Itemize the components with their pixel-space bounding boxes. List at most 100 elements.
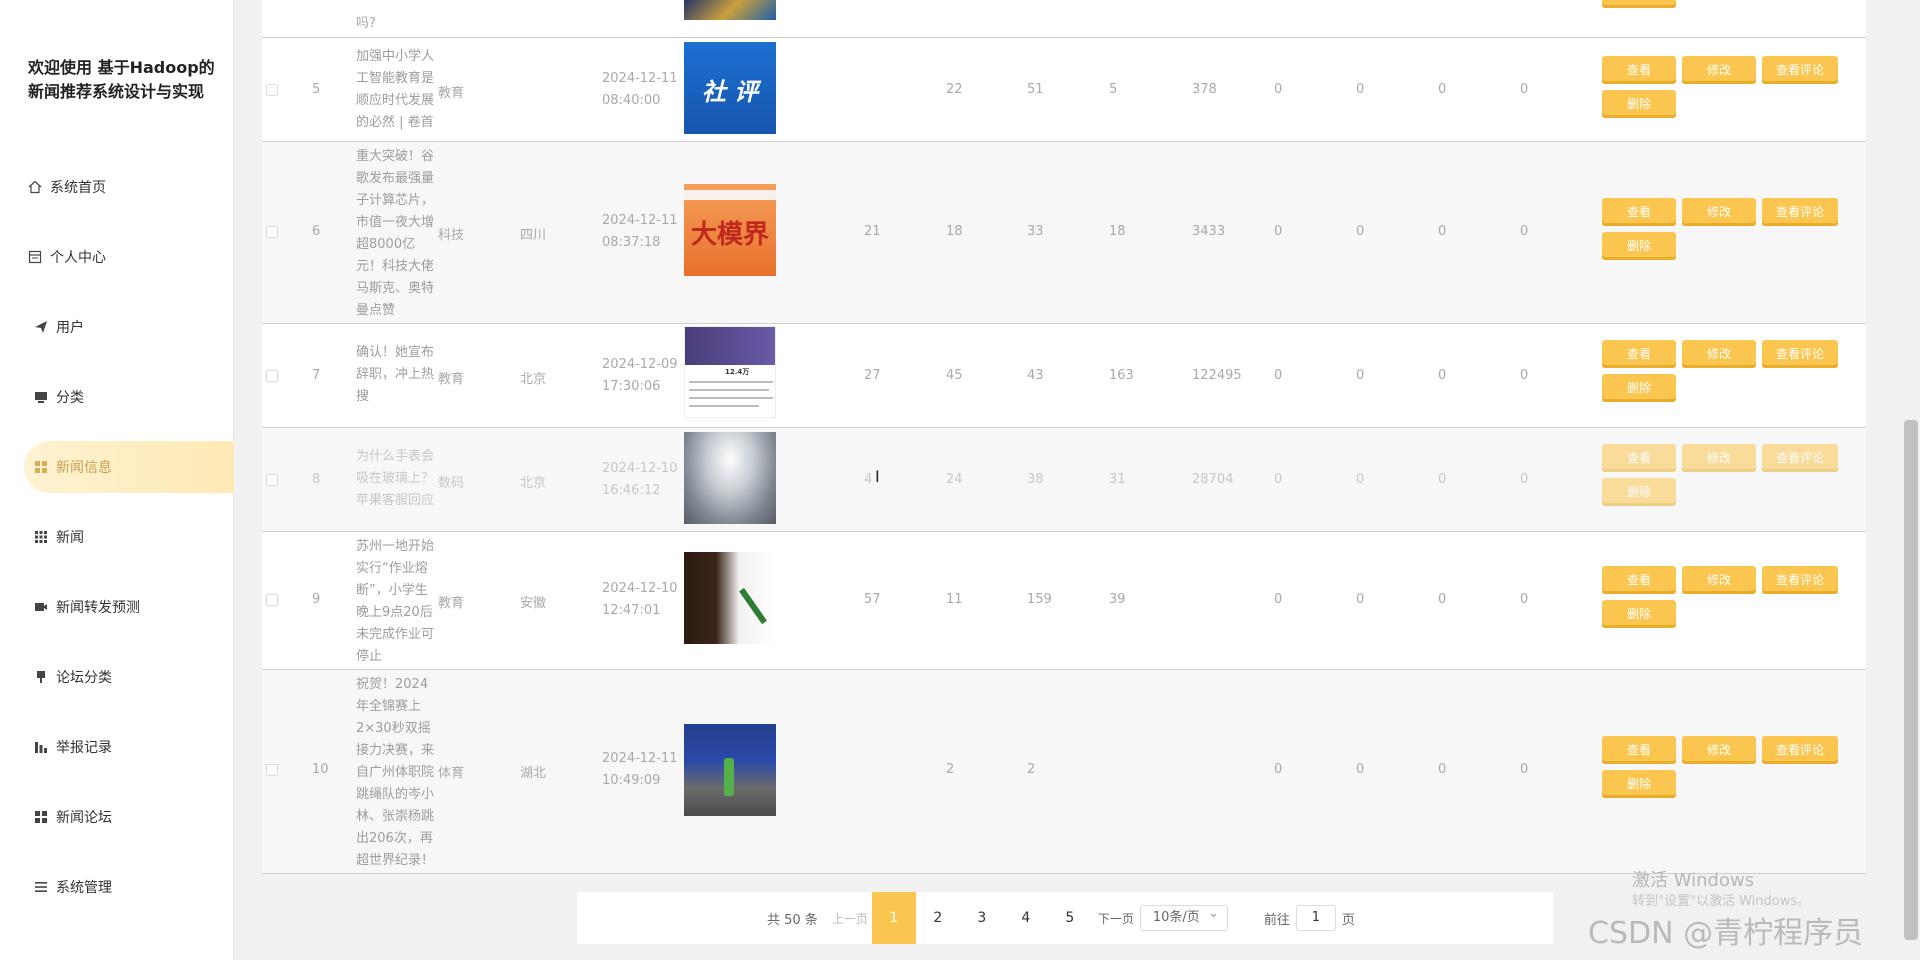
sidebar-item-users[interactable]: 用户 xyxy=(0,292,234,362)
sidebar-item-news[interactable]: 新闻 xyxy=(0,502,234,572)
category-cell: 教育 xyxy=(438,86,465,101)
category-cell: 数码 xyxy=(438,476,465,491)
edit-button[interactable]: 修改 xyxy=(1682,340,1756,368)
stat-cell: 0 xyxy=(1520,472,1529,487)
prev-page-button[interactable]: 上一页 xyxy=(832,910,868,927)
sidebar-item-category[interactable]: 分类 xyxy=(0,362,234,432)
stat-cell: 31 xyxy=(1109,472,1126,487)
thumbnail-figure xyxy=(724,758,734,796)
sidebar-item-label: 新闻 xyxy=(56,530,84,546)
page-size-select[interactable]: 10条/页 xyxy=(1139,902,1228,931)
table-row: 5 加强中小学人工智能教育是顺应时代发展的必然 | 卷首 教育 2024-12-… xyxy=(262,38,1866,142)
date-cell: 2024-12-10 16:46:12 xyxy=(602,458,682,502)
sidebar-item-home[interactable]: 系统首页 xyxy=(0,152,234,222)
page-button-5[interactable]: 5 xyxy=(1048,892,1092,944)
stat-cell: 0 xyxy=(1520,592,1529,607)
category-cell: 科技 xyxy=(438,228,465,243)
stat-cell: 0 xyxy=(1438,368,1447,383)
row-number: 6 xyxy=(312,224,321,239)
goto-label: 前往 xyxy=(1263,912,1290,928)
news-thumbnail xyxy=(684,432,776,524)
stat-cell: 27 xyxy=(864,368,881,383)
stat-cell: 22 xyxy=(946,82,963,97)
delete-button[interactable]: 删除 xyxy=(1602,232,1676,260)
view-comments-button[interactable]: 查看评论 xyxy=(1762,340,1838,368)
date-text: 2024-12-09 xyxy=(602,357,678,372)
delete-button[interactable]: 删除 xyxy=(1602,90,1676,118)
stat-cell: 0 xyxy=(1356,224,1365,239)
film-icon xyxy=(34,600,48,614)
delete-button[interactable]: 删除 xyxy=(1602,600,1676,628)
row-number: 9 xyxy=(312,592,321,607)
sidebar-item-system-management[interactable]: 系统管理 xyxy=(0,852,234,922)
edit-button[interactable]: 修改 xyxy=(1682,566,1756,594)
view-comments-button[interactable]: 查看评论 xyxy=(1762,56,1838,84)
delete-button[interactable]: 删除 xyxy=(1602,478,1676,506)
sidebar-item-news-info[interactable]: 新闻信息 xyxy=(24,441,234,493)
page-button-3[interactable]: 3 xyxy=(960,892,1004,944)
page-button-4[interactable]: 4 xyxy=(1004,892,1048,944)
view-button[interactable]: 查看 xyxy=(1602,56,1676,84)
edit-button[interactable]: 修改 xyxy=(1682,198,1756,226)
delete-button[interactable]: 删除 xyxy=(1602,374,1676,402)
sidebar-item-news-forum[interactable]: 新闻论坛 xyxy=(0,782,234,852)
time-text: 12:47:01 xyxy=(602,603,661,618)
stat-cell: 33 xyxy=(1027,224,1044,239)
view-button[interactable]: 查看 xyxy=(1602,566,1676,594)
sidebar-item-profile[interactable]: 个人中心 xyxy=(0,222,234,292)
view-button[interactable]: 查看 xyxy=(1602,340,1676,368)
thumbnail-pen xyxy=(739,587,767,625)
page-button-2[interactable]: 2 xyxy=(916,892,960,944)
scrollbar-track[interactable] xyxy=(1902,0,1920,960)
view-button[interactable]: 查看 xyxy=(1602,736,1676,764)
view-button[interactable] xyxy=(1602,0,1676,8)
page-button-1[interactable]: 1 xyxy=(871,892,916,944)
text-cursor-icon: I xyxy=(875,467,880,486)
row-checkbox[interactable] xyxy=(266,594,278,606)
sidebar-item-label: 论坛分类 xyxy=(56,670,112,686)
view-comments-button[interactable]: 查看评论 xyxy=(1762,566,1838,594)
sidebar-item-label: 新闻论坛 xyxy=(56,810,112,826)
goto-page-input[interactable]: 1 xyxy=(1295,905,1336,931)
date-cell: 2024-12-11 08:37:18 xyxy=(602,210,682,254)
edit-button[interactable]: 修改 xyxy=(1682,56,1756,84)
view-comments-button[interactable]: 查看评论 xyxy=(1762,198,1838,226)
row-number: 8 xyxy=(312,472,321,487)
stat-cell: 0 xyxy=(1438,472,1447,487)
stat-cell: 0 xyxy=(1520,762,1529,777)
next-page-button[interactable]: 下一页 xyxy=(1098,910,1134,927)
sidebar-item-forum-category[interactable]: 论坛分类 xyxy=(0,642,234,712)
pagination: 共 50 条 上一页 1 2 3 4 5 下一页 10条/页 前往 1 页 xyxy=(577,892,1553,944)
stat-cell: 0 xyxy=(1356,762,1365,777)
windows-activation-watermark: 激活 Windows xyxy=(1632,870,1755,891)
grid-icon xyxy=(34,810,48,824)
edit-button[interactable]: 修改 xyxy=(1682,736,1756,764)
view-comments-button[interactable]: 查看评论 xyxy=(1762,444,1838,472)
delete-button[interactable]: 删除 xyxy=(1602,770,1676,798)
view-comments-button[interactable]: 查看评论 xyxy=(1762,736,1838,764)
row-checkbox[interactable] xyxy=(266,226,278,238)
sidebar-item-report-records[interactable]: 举报记录 xyxy=(0,712,234,782)
scrollbar-thumb[interactable] xyxy=(1904,420,1918,940)
row-checkbox[interactable] xyxy=(266,84,278,96)
stat-cell: 0 xyxy=(1438,592,1447,607)
pin-icon xyxy=(34,670,48,684)
region-cell: 北京 xyxy=(520,372,547,387)
sidebar-item-news-forward-prediction[interactable]: 新闻转发预测 xyxy=(0,572,234,642)
table-row: 6 重大突破！谷歌发布最强量子计算芯片，市值一夜大增超8000亿元！科技大佬马斯… xyxy=(262,142,1866,324)
sidebar-item-label: 个人中心 xyxy=(50,250,106,266)
stat-cell: 0 xyxy=(1520,368,1529,383)
view-button[interactable]: 查看 xyxy=(1602,198,1676,226)
row-checkbox[interactable] xyxy=(266,764,278,776)
sidebar-item-label: 用户 xyxy=(56,320,84,336)
row-checkbox[interactable] xyxy=(266,474,278,486)
row-number: 5 xyxy=(312,82,321,97)
row-checkbox[interactable] xyxy=(266,370,278,382)
stat-cell: 45 xyxy=(946,368,963,383)
thumbnail-caption: 大模界 xyxy=(690,220,769,250)
date-cell: 2024-12-10 12:47:01 xyxy=(602,578,682,622)
thumbnail-header-bar xyxy=(684,190,776,200)
view-button[interactable]: 查看 xyxy=(1602,444,1676,472)
edit-button[interactable]: 修改 xyxy=(1682,444,1756,472)
sidebar-item-label: 系统首页 xyxy=(50,180,106,196)
